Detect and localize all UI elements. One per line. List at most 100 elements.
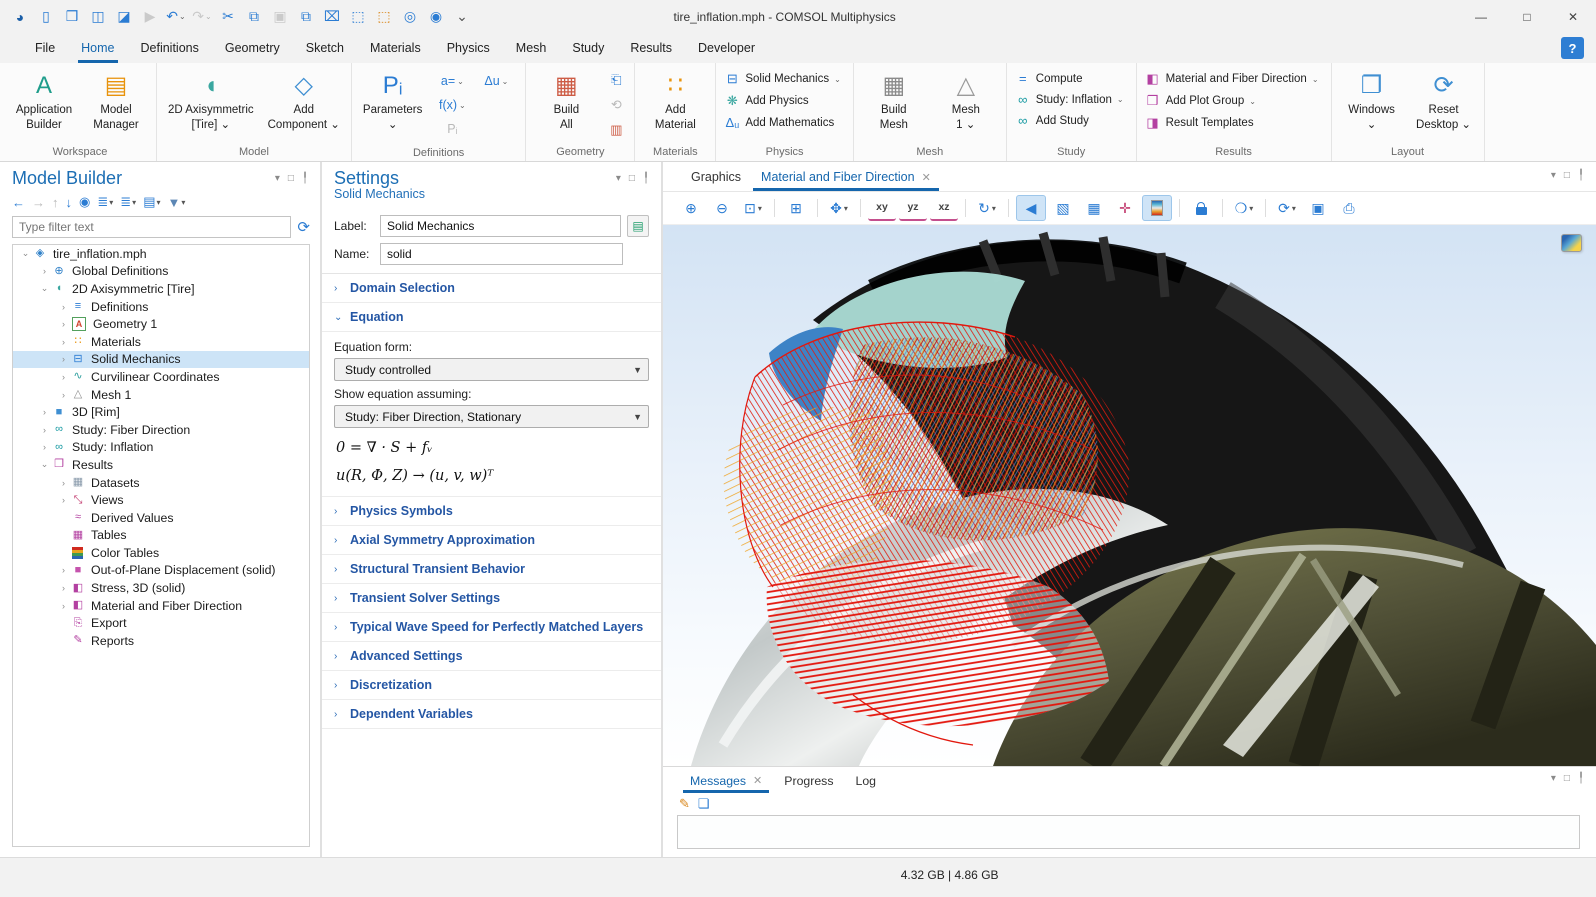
run-icon[interactable]: ▶ [138, 5, 162, 29]
view-xz-icon[interactable]: xz [930, 195, 958, 221]
zoom-in-icon[interactable]: ⊕ [677, 196, 705, 220]
tree-node-definitions[interactable]: ›≡Definitions [13, 298, 309, 316]
print-icon[interactable]: ⎙ [1335, 196, 1363, 220]
tree-node-study-fiber-direction[interactable]: ›∞Study: Fiber Direction [13, 421, 309, 439]
parameters-button[interactable]: PᵢParameters ⌄ [358, 67, 427, 135]
nonlocal-couplings-button[interactable]: Δu⌄ [475, 69, 517, 93]
clear-log-icon[interactable]: ✎ [679, 796, 690, 812]
menu-tab-home[interactable]: Home [68, 33, 127, 63]
parameter-case-button[interactable]: Pᵢ [431, 117, 473, 141]
tree-node-tire-inflation-mph[interactable]: ⌄◈tire_inflation.mph [13, 245, 309, 263]
section-header[interactable]: ›Dependent Variables [322, 700, 661, 729]
close-tab-icon[interactable]: ✕ [922, 171, 931, 184]
panel-pin-icon[interactable]: ╿ [1578, 773, 1584, 784]
save-as-icon[interactable]: ◪ [112, 5, 136, 29]
section-header[interactable]: ›Advanced Settings [322, 642, 661, 671]
panel-menu-icon[interactable]: ▾ [1551, 170, 1556, 181]
help-button[interactable]: ? [1561, 37, 1584, 59]
tree-node-derived-values[interactable]: ≈Derived Values [13, 509, 309, 527]
tree-node-geometry-1[interactable]: ›AGeometry 1 [13, 315, 309, 333]
menu-tab-results[interactable]: Results [617, 33, 685, 63]
section-header[interactable]: ›Discretization [322, 671, 661, 700]
panel-menu-icon[interactable]: ▾ [1551, 773, 1556, 784]
panel-pin-icon[interactable]: ╿ [1578, 170, 1584, 181]
close-tab-icon[interactable]: ✕ [753, 774, 762, 787]
section-header[interactable]: ›Typical Wave Speed for Perfectly Matche… [322, 613, 661, 642]
cut-icon[interactable]: ✂ [216, 5, 240, 29]
add-component-button[interactable]: ◇Add Component ⌄ [263, 67, 345, 135]
tree-expander-icon[interactable]: › [57, 337, 70, 347]
lock-icon[interactable] [1187, 196, 1215, 220]
save-icon[interactable]: ◫ [86, 5, 110, 29]
tree-node-datasets[interactable]: ›▦Datasets [13, 474, 309, 492]
menu-tab-physics[interactable]: Physics [434, 33, 503, 63]
tree-expander-icon[interactable]: ⌄ [38, 459, 51, 470]
tree-node-curvilinear-coordinates[interactable]: ›∿Curvilinear Coordinates [13, 368, 309, 386]
search-results-icon[interactable]: ◉ [424, 5, 448, 29]
section-header[interactable]: ›Axial Symmetry Approximation [322, 526, 661, 555]
refresh-icon[interactable]: ⟳ [297, 218, 310, 236]
snapshot-icon[interactable]: ▣ [1304, 196, 1332, 220]
tree-expander-icon[interactable]: › [57, 495, 70, 505]
menu-tab-definitions[interactable]: Definitions [128, 33, 212, 63]
sound-icon[interactable]: ◀ [1016, 195, 1046, 221]
paste-icon[interactable]: ▣ [268, 5, 292, 29]
show-equation-assuming-select[interactable]: Study: Fiber Direction, Stationary▼ [334, 405, 649, 428]
menu-tab-file[interactable]: File [22, 33, 68, 63]
tree-node-views[interactable]: ›⤡Views [13, 491, 309, 509]
functions-button[interactable]: f(x)⌄ [431, 93, 473, 117]
tree-expander-icon[interactable]: › [38, 425, 51, 435]
tree-expander-icon[interactable]: › [57, 302, 70, 312]
tree-expander-icon[interactable]: › [57, 478, 70, 488]
scene-light-icon[interactable]: ▧ [1049, 196, 1077, 220]
section-header[interactable]: ›Physics Symbols [322, 497, 661, 526]
graphics-tab-graphics[interactable]: Graphics [681, 165, 751, 191]
menu-tab-geometry[interactable]: Geometry [212, 33, 293, 63]
maximize-button[interactable]: □ [1504, 0, 1550, 33]
menu-tab-mesh[interactable]: Mesh [503, 33, 560, 63]
build-mesh-button[interactable]: ▦Build Mesh [860, 67, 928, 135]
tree-filter-input[interactable] [12, 216, 291, 238]
copy-icon[interactable]: ⧉ [242, 5, 266, 29]
panel-menu-icon[interactable]: ▾ [616, 173, 621, 184]
select-box-icon[interactable]: ⬚ [346, 5, 370, 29]
application-builder-button[interactable]: AApplication Builder [10, 67, 78, 135]
view-yz-icon[interactable]: yz [899, 195, 927, 221]
tree-node-material-and-fiber-direction[interactable]: ›◧Material and Fiber Direction [13, 597, 309, 615]
update-plot-icon[interactable]: ⟳▾ [1273, 196, 1301, 220]
add-study-button[interactable]: ∞Add Study [1013, 111, 1130, 130]
menu-tab-developer[interactable]: Developer [685, 33, 768, 63]
close-button[interactable]: ✕ [1550, 0, 1596, 33]
menu-tab-study[interactable]: Study [559, 33, 617, 63]
build-all-button[interactable]: ▦Build All [532, 67, 600, 135]
rotate-icon[interactable]: ↻▾ [973, 196, 1001, 220]
tree-expander-icon[interactable]: › [57, 354, 70, 364]
move-down-icon[interactable]: ↓ [66, 195, 73, 210]
log-window-icon[interactable]: ❏ [698, 796, 710, 812]
tree-node-export[interactable]: ⎘Export [13, 614, 309, 632]
go-back-icon[interactable]: ← [12, 195, 25, 210]
tree-expander-icon[interactable]: › [57, 565, 70, 575]
tree-node-mesh-1[interactable]: ›△Mesh 1 [13, 386, 309, 404]
tree-expander-icon[interactable]: ⌄ [38, 283, 51, 294]
remove-details-icon[interactable]: ▥ [604, 119, 628, 141]
name-field-input[interactable] [380, 243, 623, 265]
tree-node-stress-3d-solid-[interactable]: ›◧Stress, 3D (solid) [13, 579, 309, 597]
tree-node-color-tables[interactable]: Color Tables [13, 544, 309, 562]
section-header[interactable]: ›Domain Selection [322, 274, 661, 303]
tree-node-study-inflation[interactable]: ›∞Study: Inflation [13, 439, 309, 457]
image-palette-icon[interactable]: ❍▾ [1230, 196, 1258, 220]
show-axes-icon[interactable]: ✛ [1111, 196, 1139, 220]
zoom-box-icon[interactable]: ⊡▾ [739, 196, 767, 220]
messages-tab-progress[interactable]: Progress [775, 771, 842, 793]
menu-tab-sketch[interactable]: Sketch [293, 33, 357, 63]
graphics-canvas[interactable] [663, 225, 1596, 766]
color-legend-icon[interactable] [1142, 195, 1172, 221]
label-field-input[interactable] [380, 215, 621, 237]
section-header[interactable]: ⌄Equation [322, 303, 661, 332]
grid-icon[interactable]: ▦ [1080, 196, 1108, 220]
add-material-button[interactable]: ∷Add Material [641, 67, 709, 135]
tree-node-global-definitions[interactable]: ›⊕Global Definitions [13, 263, 309, 281]
view-xy-icon[interactable]: xy [868, 195, 896, 221]
minimize-button[interactable]: — [1458, 0, 1504, 33]
